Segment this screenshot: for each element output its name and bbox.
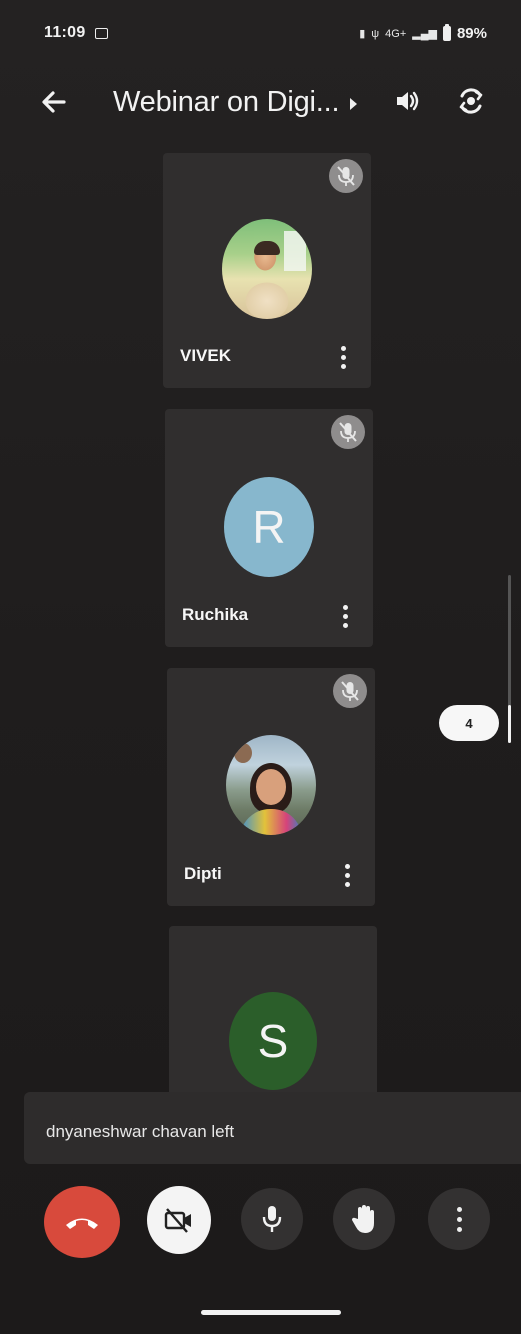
- participant-avatar-photo: [222, 219, 312, 319]
- page-indicator-bubble: 4: [439, 705, 499, 741]
- wifi-call-icon: ψ: [371, 27, 380, 40]
- arrow-left-icon: [42, 91, 66, 113]
- mic-off-icon: [339, 422, 357, 442]
- tile-scrollbar[interactable]: [508, 575, 511, 743]
- photo-detail: [240, 809, 302, 835]
- audio-output-button[interactable]: [392, 86, 422, 116]
- photo-detail: [256, 769, 286, 805]
- chevron-right-icon[interactable]: [350, 98, 357, 110]
- notification-text: dnyaneshwar chavan left: [46, 1122, 235, 1141]
- photo-background: [284, 231, 306, 271]
- participant-name: VIVEK: [180, 346, 232, 365]
- switch-camera-icon: [459, 88, 483, 114]
- app-bar: Webinar on Digi...: [0, 70, 521, 140]
- tile-more-button[interactable]: [333, 342, 353, 372]
- tile-more-button[interactable]: [335, 601, 355, 631]
- screen-cast-icon: [95, 28, 108, 39]
- tile-scrollbar-thumb[interactable]: [508, 705, 511, 743]
- participant-avatar-letter: S: [229, 992, 317, 1090]
- camera-toggle-button[interactable]: [147, 1186, 211, 1254]
- status-time: 11:09: [44, 24, 86, 41]
- battery-percent: 89%: [456, 25, 487, 42]
- photo-detail: [254, 241, 280, 255]
- participant-avatar-photo: [226, 735, 316, 835]
- camera-off-icon: [164, 1208, 191, 1233]
- participant-name: Ruchika: [182, 605, 249, 624]
- participant-tile-vivek[interactable]: VIVEK: [163, 153, 371, 388]
- mic-muted-badge: [329, 159, 363, 193]
- participant-name: Dipti: [184, 864, 222, 883]
- raise-hand-icon: [351, 1205, 374, 1233]
- home-indicator[interactable]: [201, 1310, 341, 1315]
- switch-camera-button[interactable]: [454, 84, 488, 118]
- microphone-toggle-button[interactable]: [241, 1188, 303, 1250]
- status-right-group: ▮ ψ 4G+ ▂▄▆ 89%: [359, 24, 487, 42]
- status-bar: 11:09 ▮ ψ 4G+ ▂▄▆ 89%: [0, 0, 521, 62]
- network-type: 4G+: [385, 27, 407, 40]
- end-call-icon: [66, 1218, 98, 1229]
- mic-muted-badge: [331, 415, 365, 449]
- signal-strength-icon: ▂▄▆: [412, 28, 437, 40]
- back-button[interactable]: [36, 84, 72, 120]
- photo-detail: [234, 743, 252, 763]
- meeting-title[interactable]: Webinar on Digi...: [113, 86, 340, 119]
- participant-left-notification: dnyaneshwar chavan left: [24, 1092, 521, 1164]
- call-controls-bar: [0, 1172, 521, 1282]
- vibrate-icon: ▮: [359, 28, 366, 40]
- battery-icon: [442, 24, 451, 41]
- participant-tile-dipti[interactable]: Dipti: [167, 668, 375, 906]
- avatar-initial: S: [257, 1015, 289, 1067]
- speaker-icon: [397, 91, 419, 111]
- mic-off-icon: [341, 681, 359, 701]
- participant-tile-s[interactable]: S: [169, 926, 377, 1101]
- participant-tile-ruchika[interactable]: R Ruchika: [165, 409, 373, 647]
- avatar-initial: R: [252, 501, 286, 553]
- more-options-button[interactable]: [428, 1188, 490, 1250]
- microphone-icon: [262, 1206, 282, 1232]
- end-call-button[interactable]: [44, 1186, 120, 1258]
- mic-off-icon: [337, 166, 355, 186]
- tile-more-button[interactable]: [337, 860, 357, 890]
- participant-avatar-letter: R: [224, 477, 314, 577]
- raise-hand-button[interactable]: [333, 1188, 395, 1250]
- meet-call-screen: 11:09 ▮ ψ 4G+ ▂▄▆ 89% Webinar on Digi...: [0, 0, 521, 1334]
- mic-muted-badge: [333, 674, 367, 708]
